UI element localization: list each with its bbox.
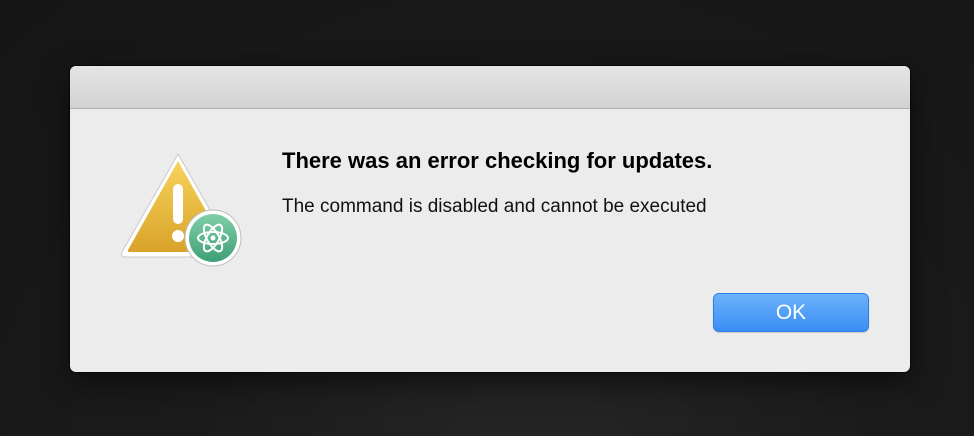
dialog-message: The command is disabled and cannot be ex…: [282, 196, 707, 217]
dialog-titlebar[interactable]: [70, 66, 910, 109]
alert-icon-group: [120, 150, 246, 270]
alert-dialog: There was an error checking for updates.…: [70, 66, 910, 372]
dialog-title: There was an error checking for updates.: [282, 148, 713, 173]
atom-app-icon: [184, 209, 242, 267]
warning-triangle-icon: [121, 152, 242, 267]
ok-button[interactable]: OK: [713, 293, 869, 332]
